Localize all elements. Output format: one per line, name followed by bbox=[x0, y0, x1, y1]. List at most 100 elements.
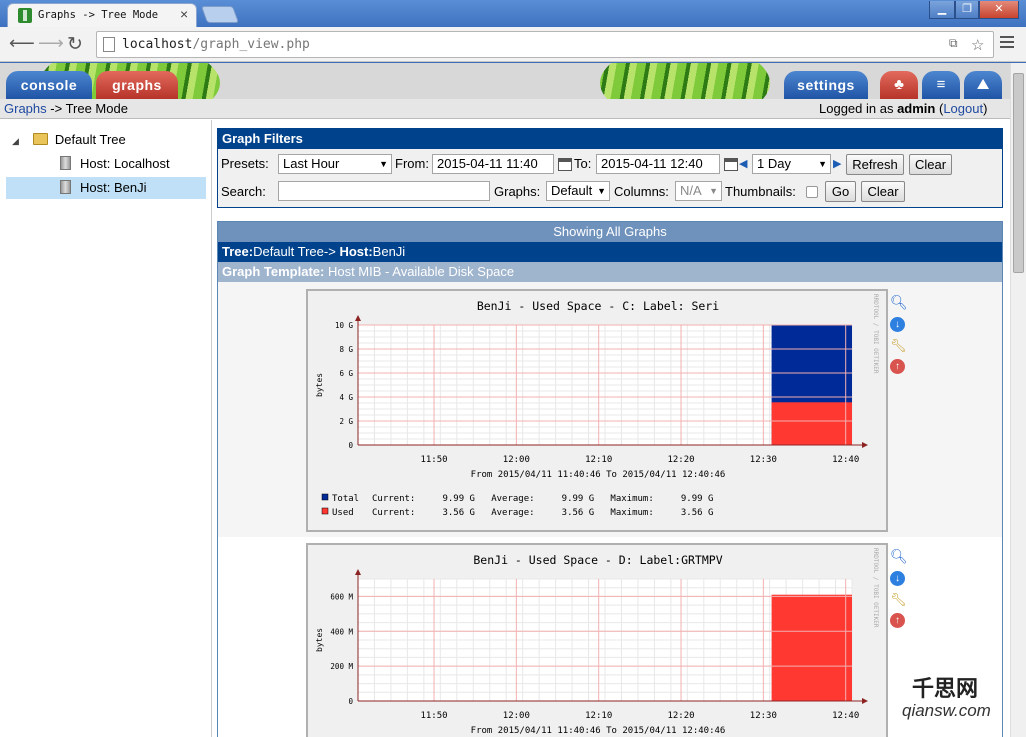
from-label: From: bbox=[395, 156, 429, 171]
breadcrumb-trail: Graphs -> Tree Mode bbox=[4, 101, 128, 116]
tree-view-icon[interactable]: ♣ bbox=[880, 71, 918, 99]
search-label: Search: bbox=[221, 184, 266, 199]
to-input[interactable]: 2015-04-11 12:40 bbox=[596, 154, 720, 174]
server-icon bbox=[60, 180, 71, 194]
properties-icon[interactable]: ↑ bbox=[890, 359, 905, 374]
graphs-tab[interactable]: graphs bbox=[96, 71, 178, 99]
x-tick-label: 12:00 bbox=[503, 711, 530, 721]
console-tab[interactable]: console bbox=[6, 71, 92, 99]
presets-select[interactable]: Last Hour bbox=[278, 154, 392, 174]
tree-host-benji[interactable]: Host: BenJi bbox=[6, 177, 206, 199]
shift-right-icon[interactable]: ▶ bbox=[833, 157, 841, 170]
bookmark-star-icon[interactable]: ☆ bbox=[971, 36, 984, 54]
chart-title: BenJi - Used Space - D: Label:GRTMPV bbox=[473, 553, 722, 567]
graph-image[interactable]: 11:50 12:00 12:10 12:20 12:30 12:40 0 200 M 400 … bbox=[306, 543, 888, 737]
clear-filters-button[interactable]: Clear bbox=[861, 181, 905, 202]
rrdtool-credit: RRDTOOL / TOBI OETIKER bbox=[872, 294, 879, 374]
settings-tab[interactable]: settings bbox=[784, 71, 868, 99]
legend-swatch bbox=[321, 507, 329, 515]
properties-icon[interactable]: ↑ bbox=[890, 613, 905, 628]
legend-name: Used bbox=[332, 508, 354, 518]
forward-icon[interactable]: ⟶ bbox=[38, 33, 64, 54]
graph-tree-pane: ◢ Default Tree Host: Localhost Host: BenJ… bbox=[0, 120, 212, 737]
to-calendar-icon[interactable] bbox=[724, 158, 738, 171]
chart-title: BenJi - Used Space - C: Label: Seri bbox=[477, 299, 719, 313]
refresh-button[interactable]: Refresh bbox=[846, 154, 904, 175]
x-tick-label: 12:30 bbox=[750, 711, 777, 721]
scrollbar-thumb[interactable] bbox=[1013, 73, 1024, 273]
thumbnails-label: Thumbnails: bbox=[725, 184, 796, 199]
y-tick-label: 2 G bbox=[339, 417, 353, 426]
page-icon bbox=[103, 37, 115, 52]
legend-values: Current: 9.99 G Average: 9.99 G Maximum:… bbox=[372, 494, 713, 504]
y-tick-label: 200 M bbox=[330, 662, 353, 671]
tree-host-localhost[interactable]: Host: Localhost bbox=[60, 153, 206, 175]
server-icon bbox=[60, 156, 71, 170]
legend-values: Current: 3.56 G Average: 3.56 G Maximum:… bbox=[372, 508, 713, 518]
cacti-banner: console graphs settings ♣ ≡ ⛰ bbox=[0, 63, 1010, 99]
zoom-icon[interactable]: 🔍︎ bbox=[890, 549, 908, 564]
username: admin bbox=[897, 101, 936, 116]
graph-filters-panel: Graph Filters Presets: Last Hour From: 2… bbox=[217, 128, 1003, 208]
minimize-icon[interactable]: ▁ bbox=[929, 1, 955, 19]
csv-export-icon[interactable]: ↓ bbox=[890, 571, 905, 586]
tree-root-node[interactable]: ◢ Default Tree bbox=[12, 129, 126, 151]
collapse-icon[interactable]: ◢ bbox=[12, 136, 19, 146]
search-input[interactable] bbox=[278, 181, 490, 201]
from-input[interactable]: 2015-04-11 11:40 bbox=[432, 154, 554, 174]
back-icon[interactable]: ⟵ bbox=[9, 33, 35, 54]
watermark-cn: 千思网 bbox=[912, 676, 979, 701]
restore-icon[interactable]: ❐ bbox=[955, 1, 979, 19]
breadcrumb: Graphs -> Tree Mode Logged in as admin (… bbox=[0, 99, 1010, 119]
graph-listing: Showing All Graphs Tree:Default Tree-> H… bbox=[217, 221, 1003, 737]
x-axis-arrow bbox=[862, 442, 868, 448]
preview-view-icon[interactable]: ⛰ bbox=[964, 71, 1002, 99]
edit-wrench-icon[interactable]: 🔧︎ bbox=[890, 338, 907, 353]
breadcrumb-graphs-link[interactable]: Graphs bbox=[4, 101, 47, 116]
window-close-icon[interactable]: ✕ bbox=[979, 1, 1019, 19]
from-calendar-icon[interactable] bbox=[558, 158, 572, 171]
new-tab-button[interactable] bbox=[200, 6, 240, 23]
reload-icon[interactable]: ↻ bbox=[67, 33, 83, 56]
presets-label: Presets: bbox=[221, 156, 269, 171]
chart-d-svg: 11:50 12:00 12:10 12:20 12:30 12:40 0 200 M 400 … bbox=[315, 553, 868, 736]
cacti-favicon-icon bbox=[18, 8, 32, 23]
clear-timespan-button[interactable]: Clear bbox=[909, 154, 952, 175]
y-axis-label: bytes bbox=[315, 628, 324, 652]
columns-select[interactable]: N/A bbox=[675, 181, 722, 201]
y-axis-arrow bbox=[355, 315, 361, 321]
x-axis-arrow bbox=[862, 698, 868, 704]
list-view-icon[interactable]: ≡ bbox=[922, 71, 960, 99]
y-tick-label: 0 bbox=[348, 697, 353, 706]
graph-image[interactable]: 11:50 12:00 12:10 12:20 12:30 12:40 0 2 G 4 G 6 G… bbox=[306, 289, 888, 532]
zoom-icon[interactable]: 🔍︎ bbox=[890, 295, 908, 310]
edit-wrench-icon[interactable]: 🔧︎ bbox=[890, 592, 907, 607]
filters-header: Graph Filters bbox=[218, 129, 1002, 149]
y-axis-arrow bbox=[355, 569, 361, 575]
y-tick-label: 0 bbox=[348, 441, 353, 450]
folder-icon bbox=[32, 133, 48, 145]
legend-swatch bbox=[321, 493, 329, 501]
y-tick-label: 6 G bbox=[339, 369, 353, 378]
x-tick-label: 12:20 bbox=[667, 455, 694, 465]
thumbnails-checkbox[interactable] bbox=[806, 186, 818, 198]
graph-template-header: Graph Template: Host MIB - Available Dis… bbox=[218, 262, 1002, 282]
address-bar[interactable]: localhost/graph_view.php ⧉ ☆ bbox=[96, 31, 994, 58]
x-tick-label: 12:00 bbox=[503, 455, 530, 465]
x-tick-label: 12:30 bbox=[750, 455, 777, 465]
chart-c-svg: 11:50 12:00 12:10 12:20 12:30 12:40 0 2 G 4 G 6 G… bbox=[315, 299, 868, 518]
graphs-per-page-select[interactable]: Default bbox=[546, 181, 610, 201]
y-tick-label: 8 G bbox=[339, 345, 353, 354]
address-url[interactable]: localhost/graph_view.php bbox=[122, 37, 310, 52]
logout-link[interactable]: Logout bbox=[943, 101, 983, 116]
tab-close-icon[interactable]: × bbox=[180, 6, 188, 22]
translate-icon[interactable]: ⧉ bbox=[949, 36, 958, 51]
showing-header: Showing All Graphs bbox=[218, 222, 1002, 242]
browser-tab[interactable]: Graphs -> Tree Mode × bbox=[7, 3, 197, 27]
shift-left-icon[interactable]: ◀ bbox=[739, 157, 747, 170]
timespan-select[interactable]: 1 Day bbox=[752, 154, 831, 174]
csv-export-icon[interactable]: ↓ bbox=[890, 317, 905, 332]
browser-menu-icon[interactable] bbox=[1000, 36, 1014, 51]
page-scrollbar[interactable] bbox=[1010, 63, 1026, 737]
go-button[interactable]: Go bbox=[825, 181, 856, 202]
